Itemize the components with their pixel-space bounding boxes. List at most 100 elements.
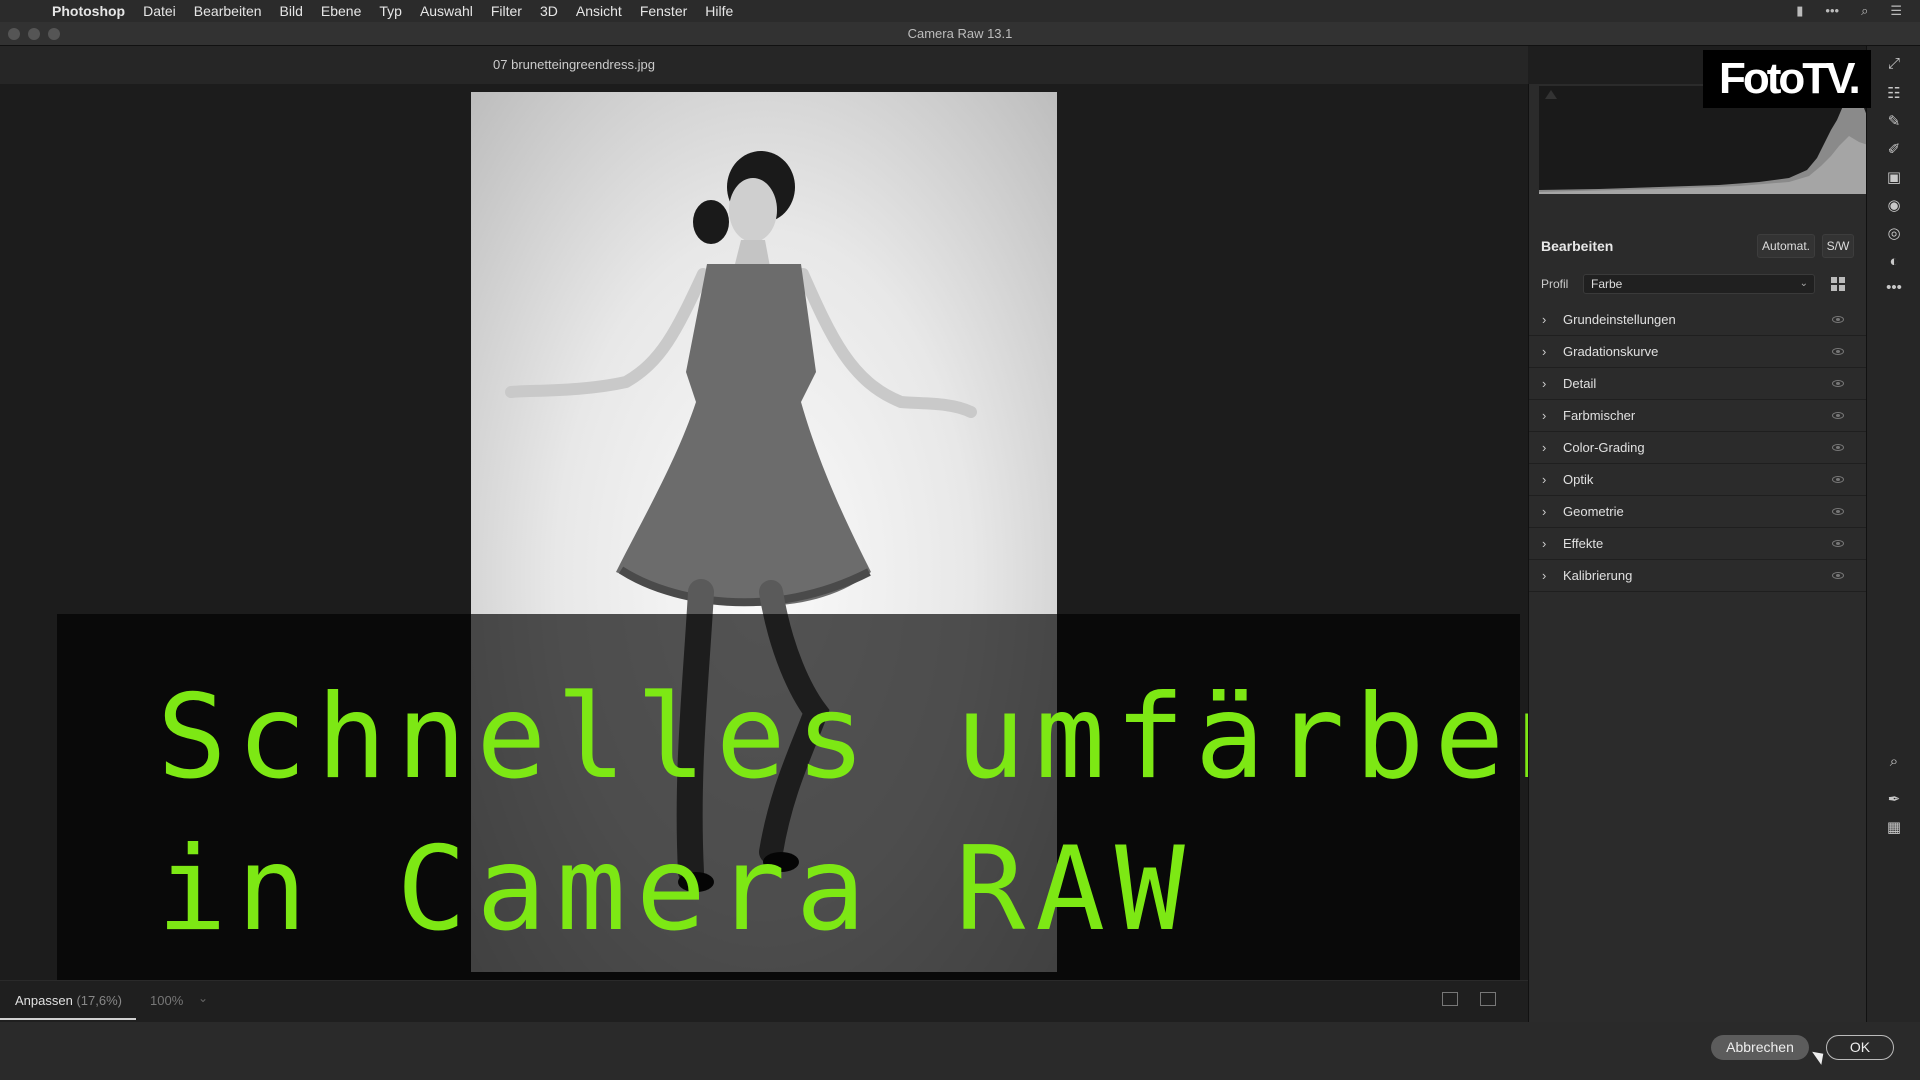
minimize-window-button[interactable] — [28, 28, 40, 40]
section-optik[interactable]: › Optik — [1529, 464, 1867, 496]
section-effekte[interactable]: › Effekte — [1529, 528, 1867, 560]
brush-icon[interactable]: ✐ — [1884, 140, 1904, 160]
eye-icon[interactable] — [1832, 540, 1844, 547]
healing-brush-icon[interactable]: ✎ — [1884, 112, 1904, 132]
ok-button[interactable]: OK — [1826, 1035, 1894, 1060]
zoom-window-button[interactable] — [48, 28, 60, 40]
profile-label: Profil — [1541, 277, 1569, 291]
grid-icon[interactable]: ▦ — [1884, 818, 1904, 838]
section-color-grading[interactable]: › Color-Grading — [1529, 432, 1867, 464]
eye-icon[interactable] — [1832, 348, 1844, 355]
chevron-right-icon: › — [1542, 408, 1547, 423]
menu-photoshop[interactable]: Photoshop — [52, 3, 125, 19]
section-detail[interactable]: › Detail — [1529, 368, 1867, 400]
fit-percent: (17,6%) — [76, 993, 122, 1008]
fullscreen-icon[interactable]: ⤢ — [1884, 54, 1904, 74]
profile-value: Farbe — [1591, 277, 1623, 291]
section-gradationskurve[interactable]: › Gradationskurve — [1529, 336, 1867, 368]
radial-filter-icon[interactable]: ◉ — [1884, 196, 1904, 216]
compare-view-icon[interactable] — [1480, 992, 1496, 1006]
menu-datei[interactable]: Datei — [143, 3, 176, 19]
section-farbmischer[interactable]: › Farbmischer — [1529, 400, 1867, 432]
section-label: Gradationskurve — [1563, 344, 1659, 359]
eye-icon[interactable] — [1832, 380, 1844, 387]
bw-button[interactable]: S/W — [1822, 234, 1854, 258]
eye-icon[interactable] — [1832, 444, 1844, 451]
chevron-right-icon: › — [1542, 344, 1547, 359]
title-overlay: Schnelles umfärben in Camera RAW — [57, 614, 1584, 1024]
gradient-icon[interactable]: ▣ — [1884, 168, 1904, 188]
chevron-right-icon: › — [1542, 504, 1547, 519]
red-eye-icon[interactable]: ◎ — [1884, 224, 1904, 244]
section-label: Color-Grading — [1563, 440, 1645, 455]
tool-strip: ⤢ ☷ ✎ ✐ ▣ ◉ ◎ ◐ ••• ⌕ ✒ ▦ — [1866, 46, 1920, 1022]
menu-ansicht[interactable]: Ansicht — [576, 3, 622, 19]
profile-browser-icon[interactable] — [1831, 277, 1845, 291]
fototv-logo: FotoTV. — [1703, 50, 1871, 108]
eye-icon[interactable] — [1832, 572, 1844, 579]
section-label: Geometrie — [1563, 504, 1624, 519]
edit-header: Bearbeiten Automat. S/W — [1529, 224, 1867, 268]
active-zoom-indicator — [0, 1018, 136, 1020]
chevron-right-icon: › — [1542, 568, 1547, 583]
section-label: Kalibrierung — [1563, 568, 1633, 583]
menu-hilfe[interactable]: Hilfe — [705, 3, 733, 19]
edit-sections: › Grundeinstellungen › Gradationskurve ›… — [1529, 304, 1867, 592]
profile-select[interactable]: Farbe ⌄ — [1583, 274, 1815, 294]
chevron-right-icon: › — [1542, 376, 1547, 391]
edit-panel: Bearbeiten Automat. S/W Profil Farbe ⌄ ›… — [1528, 84, 1871, 1022]
chevron-right-icon: › — [1542, 440, 1547, 455]
menu-auswahl[interactable]: Auswahl — [420, 3, 473, 19]
eye-icon[interactable] — [1832, 508, 1844, 515]
sampler-icon[interactable]: ✒ — [1884, 790, 1904, 810]
chevron-down-icon: ⌄ — [1799, 278, 1808, 289]
section-label: Optik — [1563, 472, 1594, 487]
more-icon[interactable]: ••• — [1825, 3, 1839, 19]
window-controls — [8, 28, 60, 40]
section-geometrie[interactable]: › Geometrie — [1529, 496, 1867, 528]
file-name-bar: 07 brunetteingreendress.jpg — [0, 46, 1528, 84]
edit-title: Bearbeiten — [1541, 238, 1614, 254]
section-label: Grundeinstellungen — [1563, 312, 1676, 327]
menu-ebene[interactable]: Ebene — [321, 3, 361, 19]
single-view-icon[interactable] — [1442, 992, 1458, 1006]
section-grundeinstellungen[interactable]: › Grundeinstellungen — [1529, 304, 1867, 336]
eye-icon[interactable] — [1832, 412, 1844, 419]
section-label: Farbmischer — [1563, 408, 1636, 423]
window-title-bar: Camera Raw 13.1 — [0, 22, 1920, 46]
window-title: Camera Raw 13.1 — [907, 26, 1013, 41]
canvas-status-bar: Anpassen (17,6%) 100% ⌄ — [0, 980, 1528, 1022]
menu-3d[interactable]: 3D — [540, 3, 558, 19]
caption-line-2: in Camera RAW — [157, 822, 1195, 957]
section-kalibrierung[interactable]: › Kalibrierung — [1529, 560, 1867, 592]
search-icon[interactable]: ⌕ — [1861, 3, 1868, 19]
zoom-100-option[interactable]: 100% — [150, 993, 183, 1008]
menu-filter[interactable]: Filter — [491, 3, 522, 19]
menu-bar: Photoshop Datei Bearbeiten Bild Ebene Ty… — [0, 0, 1920, 22]
chevron-right-icon: › — [1542, 472, 1547, 487]
dialog-footer: Abbrechen OK — [0, 1022, 1920, 1080]
auto-button[interactable]: Automat. — [1757, 234, 1815, 258]
chevron-right-icon: › — [1542, 312, 1547, 327]
battery-icon[interactable]: ▮ — [1796, 3, 1803, 19]
section-label: Effekte — [1563, 536, 1604, 551]
more-tools-icon[interactable]: ••• — [1884, 278, 1904, 298]
cancel-button[interactable]: Abbrechen — [1711, 1035, 1809, 1060]
edit-sliders-icon[interactable]: ☷ — [1884, 84, 1904, 104]
menu-typ[interactable]: Typ — [379, 3, 402, 19]
zoom-icon[interactable]: ⌕ — [1884, 752, 1904, 772]
caption-line-1: Schnelles umfärben — [157, 670, 1595, 805]
fit-zoom-option[interactable]: Anpassen (17,6%) — [15, 993, 122, 1008]
chevron-right-icon: › — [1542, 536, 1547, 551]
shadow-clipping-icon[interactable] — [1545, 90, 1557, 99]
eye-icon[interactable] — [1832, 476, 1844, 483]
menu-bearbeiten[interactable]: Bearbeiten — [194, 3, 262, 19]
presets-icon[interactable]: ◐ — [1884, 252, 1904, 272]
fit-label: Anpassen — [15, 993, 73, 1008]
eye-icon[interactable] — [1832, 316, 1844, 323]
list-icon[interactable]: ☰ — [1890, 3, 1902, 19]
close-window-button[interactable] — [8, 28, 20, 40]
chevron-down-icon[interactable]: ⌄ — [198, 991, 208, 1005]
menu-fenster[interactable]: Fenster — [640, 3, 687, 19]
menu-bild[interactable]: Bild — [280, 3, 303, 19]
